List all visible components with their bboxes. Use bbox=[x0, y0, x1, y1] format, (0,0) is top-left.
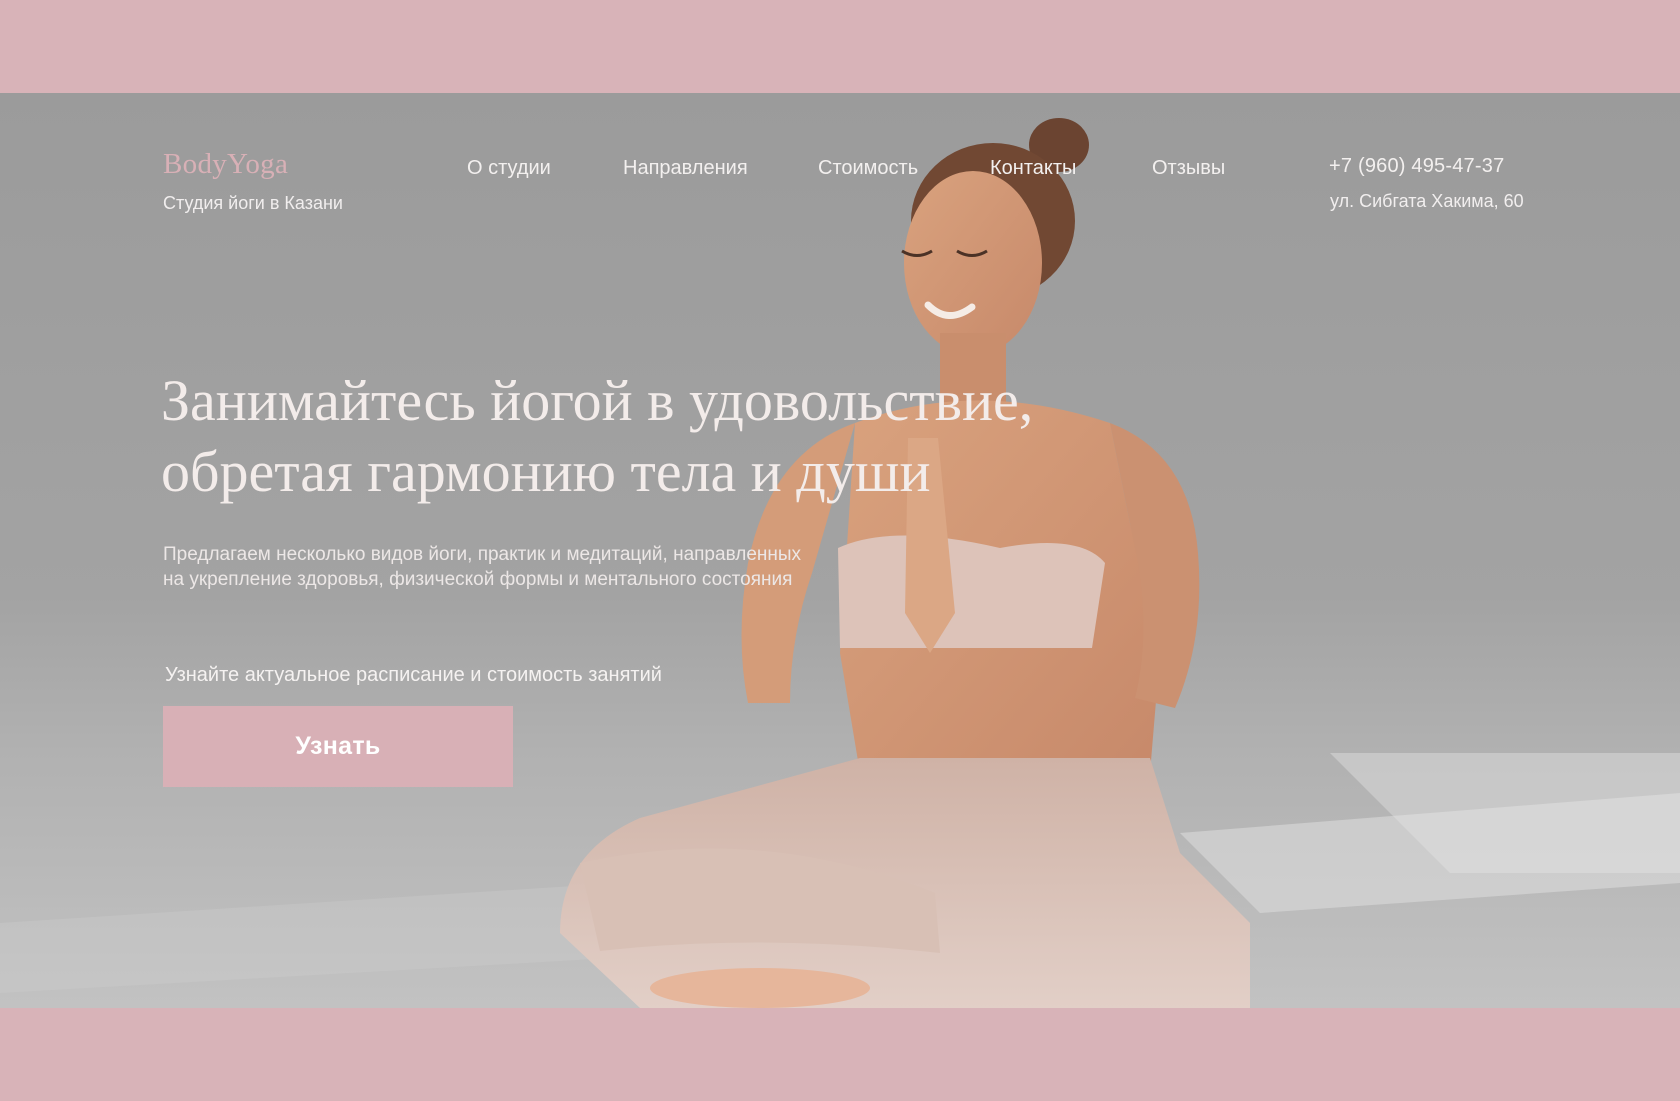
hero-subtext-line-1: Предлагаем несколько видов йоги, практик… bbox=[163, 544, 802, 565]
nav-item-directions[interactable]: Направления bbox=[623, 157, 748, 180]
hero-headline: Занимайтесь йогой в удовольствие, обрета… bbox=[161, 365, 1201, 507]
hero-headline-line-2: обретая гармонию тела и души bbox=[161, 439, 931, 504]
nav-item-about[interactable]: О студии bbox=[467, 157, 551, 180]
learn-more-button[interactable]: Узнать bbox=[163, 706, 513, 787]
hero-headline-line-1: Занимайтесь йогой в удовольствие, bbox=[161, 368, 1034, 433]
cta-caption: Узнайте актуальное расписание и стоимост… bbox=[165, 664, 662, 686]
hero-subtext: Предлагаем несколько видов йоги, практик… bbox=[163, 542, 923, 592]
hero-subtext-line-2: на укрепление здоровья, физической формы… bbox=[163, 569, 793, 590]
hero-section: BodyYoga Студия йоги в Казани О студии Н… bbox=[0, 93, 1680, 1008]
nav-item-pricing[interactable]: Стоимость bbox=[818, 157, 918, 180]
phone-link[interactable]: +7 (960) 495-47-37 bbox=[1329, 155, 1504, 178]
address-text: ул. Сибгата Хакима, 60 bbox=[1330, 191, 1524, 211]
nav-item-contacts[interactable]: Контакты bbox=[990, 157, 1076, 180]
nav-item-reviews[interactable]: Отзывы bbox=[1152, 157, 1225, 180]
page-frame: BodyYoga Студия йоги в Казани О студии Н… bbox=[0, 0, 1680, 1101]
brand-tagline: Студия йоги в Казани bbox=[163, 193, 343, 213]
site-header: BodyYoga Студия йоги в Казани О студии Н… bbox=[0, 93, 1680, 293]
